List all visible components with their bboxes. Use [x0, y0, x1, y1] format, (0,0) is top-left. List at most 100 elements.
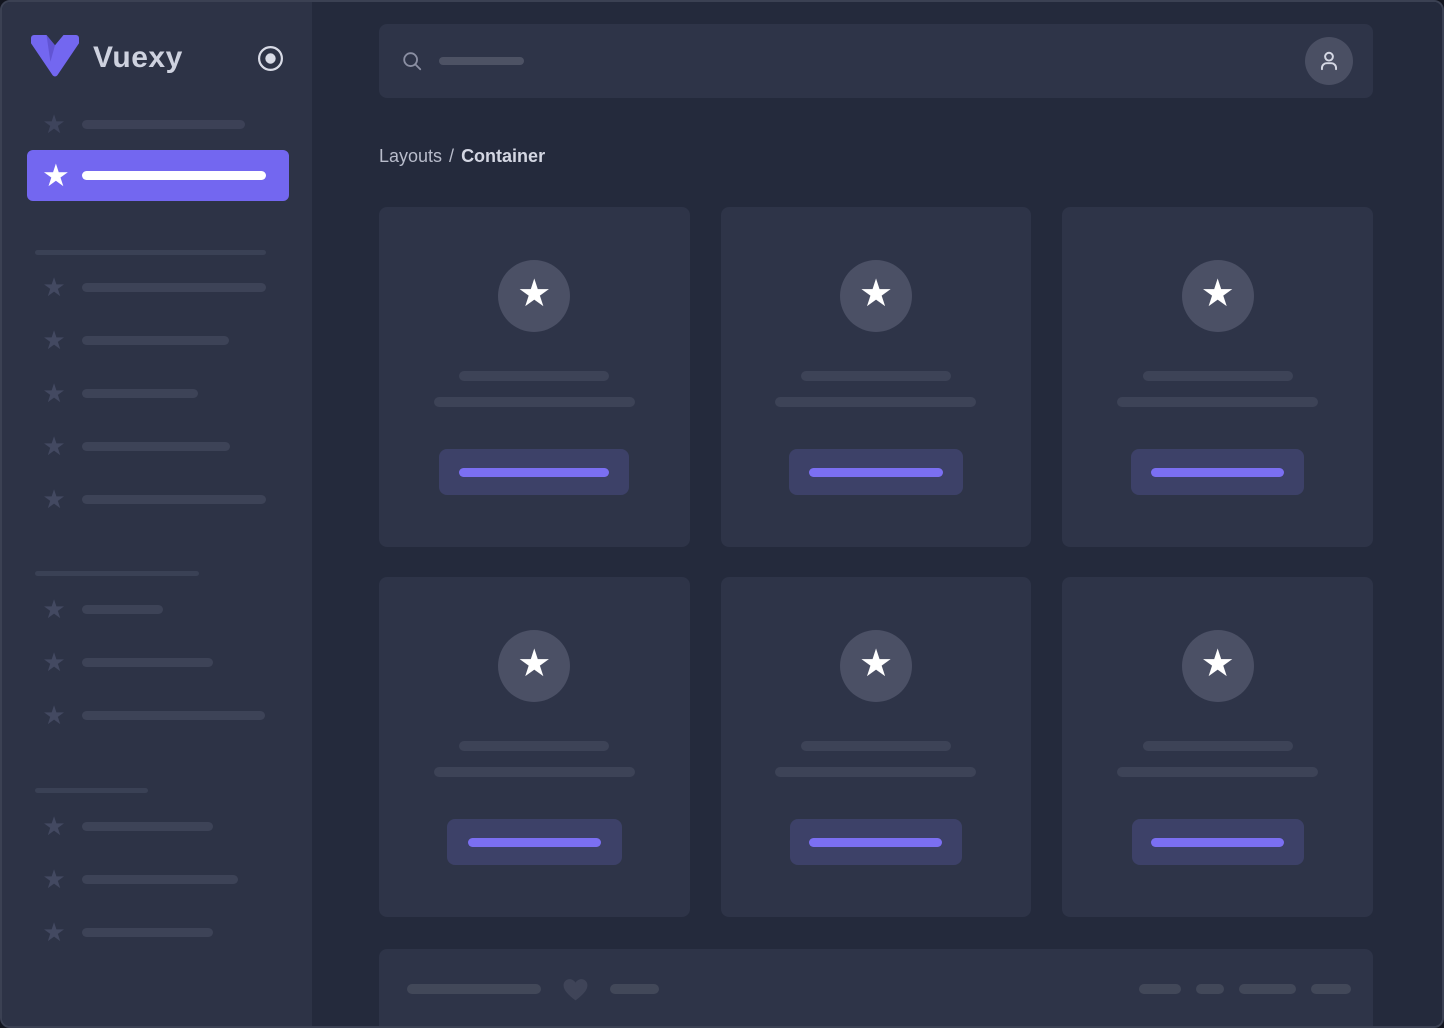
breadcrumb-separator: / [449, 146, 455, 166]
skeleton-bar [82, 171, 266, 180]
skeleton-subtitle-line [1117, 397, 1319, 407]
sidebar-item-skeleton[interactable]: ★ [42, 431, 312, 461]
skeleton-subtitle-line [433, 767, 635, 777]
sidebar-item-skeleton[interactable]: ★ [42, 811, 312, 841]
star-icon: ★ [517, 273, 552, 315]
card-action-button[interactable] [439, 449, 630, 495]
footer-skeleton-bar [407, 984, 541, 994]
star-icon: ★ [42, 700, 66, 730]
star-icon: ★ [858, 643, 894, 685]
menu-pin-toggle[interactable] [257, 45, 284, 72]
skeleton-bar [35, 250, 266, 255]
breadcrumb: Layouts / Container [379, 146, 1373, 167]
button-label-skeleton [1151, 467, 1285, 477]
card-action-button[interactable] [789, 819, 962, 865]
sidebar-item-active[interactable]: ★ [27, 150, 289, 201]
footer-skeleton-bar [1311, 984, 1351, 994]
sidebar-item-skeleton[interactable]: ★ [42, 864, 312, 894]
sidebar-section-heading-skeleton: ★ [35, 571, 312, 576]
skeleton-bar [35, 788, 148, 793]
card-action-button[interactable] [1131, 819, 1304, 865]
skeleton-card: ★ [379, 207, 690, 547]
button-label-skeleton [1151, 837, 1285, 847]
skeleton-bar [82, 494, 266, 504]
footer-row [407, 976, 1351, 1002]
app-window: Vuexy ★ ★ ★ ★ ★ ★ ★ ★ ★ ★ ★ ★ ★ Layouts … [0, 0, 1444, 1028]
skeleton-bar [82, 604, 163, 614]
sidebar-item-skeleton[interactable]: ★ [42, 325, 312, 355]
sidebar-item-skeleton[interactable]: ★ [42, 272, 312, 302]
sidebar-item-skeleton[interactable]: ★ [42, 700, 312, 730]
card-avatar-circle: ★ [1181, 260, 1254, 332]
star-icon: ★ [42, 917, 66, 947]
star-icon: ★ [42, 484, 66, 514]
star-icon: ★ [517, 643, 552, 685]
star-icon: ★ [42, 378, 66, 408]
sidebar-item-skeleton[interactable]: ★ [42, 917, 312, 947]
footer-skeleton-bar [1139, 984, 1181, 994]
button-label-skeleton [808, 467, 943, 477]
card-action-button[interactable] [446, 819, 622, 865]
skeleton-bar [82, 821, 213, 831]
skeleton-subtitle-line [1117, 767, 1319, 777]
skeleton-bar [82, 388, 198, 398]
heart-icon[interactable] [562, 976, 589, 1002]
sidebar-item-skeleton[interactable]: ★ [42, 109, 312, 139]
skeleton-title-line [1142, 371, 1293, 381]
main-content: Layouts / Container ★ ★ ★ ★ ★ ★ [312, 2, 1442, 1026]
footer-right-group [1139, 984, 1351, 994]
skeleton-bar [35, 571, 199, 576]
skeleton-bar [82, 282, 266, 292]
card-avatar-circle: ★ [839, 630, 912, 702]
skeleton-bar [82, 119, 245, 129]
breadcrumb-parent-link[interactable]: Layouts [379, 146, 442, 167]
card-avatar-circle: ★ [498, 630, 571, 702]
card-avatar-circle: ★ [1181, 630, 1254, 702]
star-icon: ★ [42, 864, 66, 894]
star-icon: ★ [42, 272, 66, 302]
skeleton-subtitle-line [775, 397, 977, 407]
footer-skeleton-bar [1239, 984, 1296, 994]
user-avatar-button[interactable] [1305, 37, 1353, 85]
brand-title: Vuexy [93, 41, 183, 74]
skeleton-bar [82, 874, 238, 884]
skeleton-card: ★ [720, 577, 1032, 917]
skeleton-card: ★ [379, 577, 690, 917]
skeleton-card: ★ [1062, 577, 1373, 917]
star-icon: ★ [42, 647, 66, 677]
search-bar[interactable] [379, 24, 1373, 98]
card-action-button[interactable] [788, 449, 963, 495]
skeleton-card: ★ [720, 207, 1032, 547]
user-icon [1316, 48, 1342, 74]
star-icon: ★ [42, 431, 66, 461]
star-icon: ★ [42, 325, 66, 355]
card-grid: ★ ★ ★ ★ ★ ★ [379, 207, 1373, 917]
search-icon [401, 50, 423, 72]
button-label-skeleton [809, 837, 943, 847]
skeleton-title-line [800, 741, 951, 751]
button-label-skeleton [467, 837, 601, 847]
sidebar-item-skeleton[interactable]: ★ [42, 594, 312, 624]
sidebar-section-heading-skeleton: ★ [35, 788, 312, 793]
sidebar-item-skeleton[interactable]: ★ [42, 484, 312, 514]
skeleton-title-line [459, 741, 610, 751]
star-icon: ★ [42, 109, 66, 139]
sidebar-section-heading-skeleton: ★ [35, 250, 312, 255]
sidebar: Vuexy ★ ★ ★ ★ ★ ★ ★ ★ ★ ★ ★ ★ ★ [2, 2, 312, 1026]
skeleton-bar [82, 335, 229, 345]
radio-dot-icon [257, 45, 284, 72]
skeleton-bar [82, 710, 265, 720]
sidebar-item-skeleton[interactable]: ★ [42, 647, 312, 677]
star-icon: ★ [42, 594, 66, 624]
footer-skeleton-bar [1196, 984, 1224, 994]
vuexy-logo-icon[interactable] [31, 34, 79, 82]
skeleton-subtitle-line [433, 397, 635, 407]
breadcrumb-current-page: Container [461, 146, 546, 166]
card-action-button[interactable] [1131, 449, 1305, 495]
footer-card [379, 949, 1373, 1026]
sidebar-item-skeleton[interactable]: ★ [42, 378, 312, 408]
skeleton-card: ★ [1062, 207, 1373, 547]
button-label-skeleton [459, 467, 610, 477]
star-icon: ★ [42, 811, 66, 841]
star-icon: ★ [858, 273, 894, 315]
